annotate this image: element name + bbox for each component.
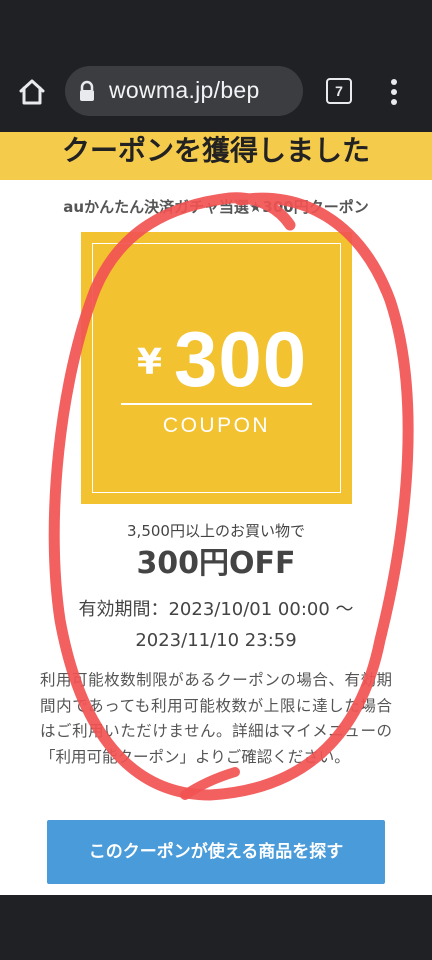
coupon-divider [121, 403, 312, 405]
coupon-amount: 300 [174, 315, 308, 403]
more-menu-icon[interactable] [384, 74, 404, 110]
tab-switcher-button[interactable]: 7 [326, 78, 354, 106]
coupon-ticket: ¥ 300 COUPON [81, 232, 352, 504]
coupon-currency: ¥ [137, 342, 163, 383]
usage-note: 利用可能枚数制限があるクーポンの場合、有効期間内であっても利用可能枚数が上限に達… [40, 671, 392, 766]
status-bar [0, 0, 432, 46]
coupon-name: auかんたん決済ガチャ当選★300円クーポン [63, 198, 369, 216]
validity-period: 有効期間：2023/10/01 00:00 〜 2023/11/10 23:59 [0, 594, 432, 656]
page-content: クーポンを獲得しました auかんたん決済ガチャ当選★300円クーポン ¥ 300… [0, 132, 432, 895]
home-icon[interactable] [14, 74, 50, 110]
tab-count: 7 [326, 78, 352, 104]
validity-period-end: 2023/11/10 23:59 [135, 630, 297, 651]
address-bar[interactable]: wowma.jp/bep [65, 66, 303, 116]
search-products-button[interactable]: このクーポンが使える商品を探す [47, 820, 385, 884]
coupon-ticket-frame: ¥ 300 COUPON [92, 243, 341, 493]
acquired-banner: クーポンを獲得しました [0, 132, 432, 180]
browser-toolbar: wowma.jp/bep 7 [0, 46, 432, 132]
coupon-discount: 300円OFF [136, 546, 296, 581]
lock-icon [77, 80, 97, 102]
validity-period-start: 有効期間：2023/10/01 00:00 〜 [78, 599, 354, 620]
coupon-label: COUPON [162, 414, 271, 437]
url-text: wowma.jp/bep [109, 77, 260, 103]
system-nav-bar [0, 895, 432, 960]
